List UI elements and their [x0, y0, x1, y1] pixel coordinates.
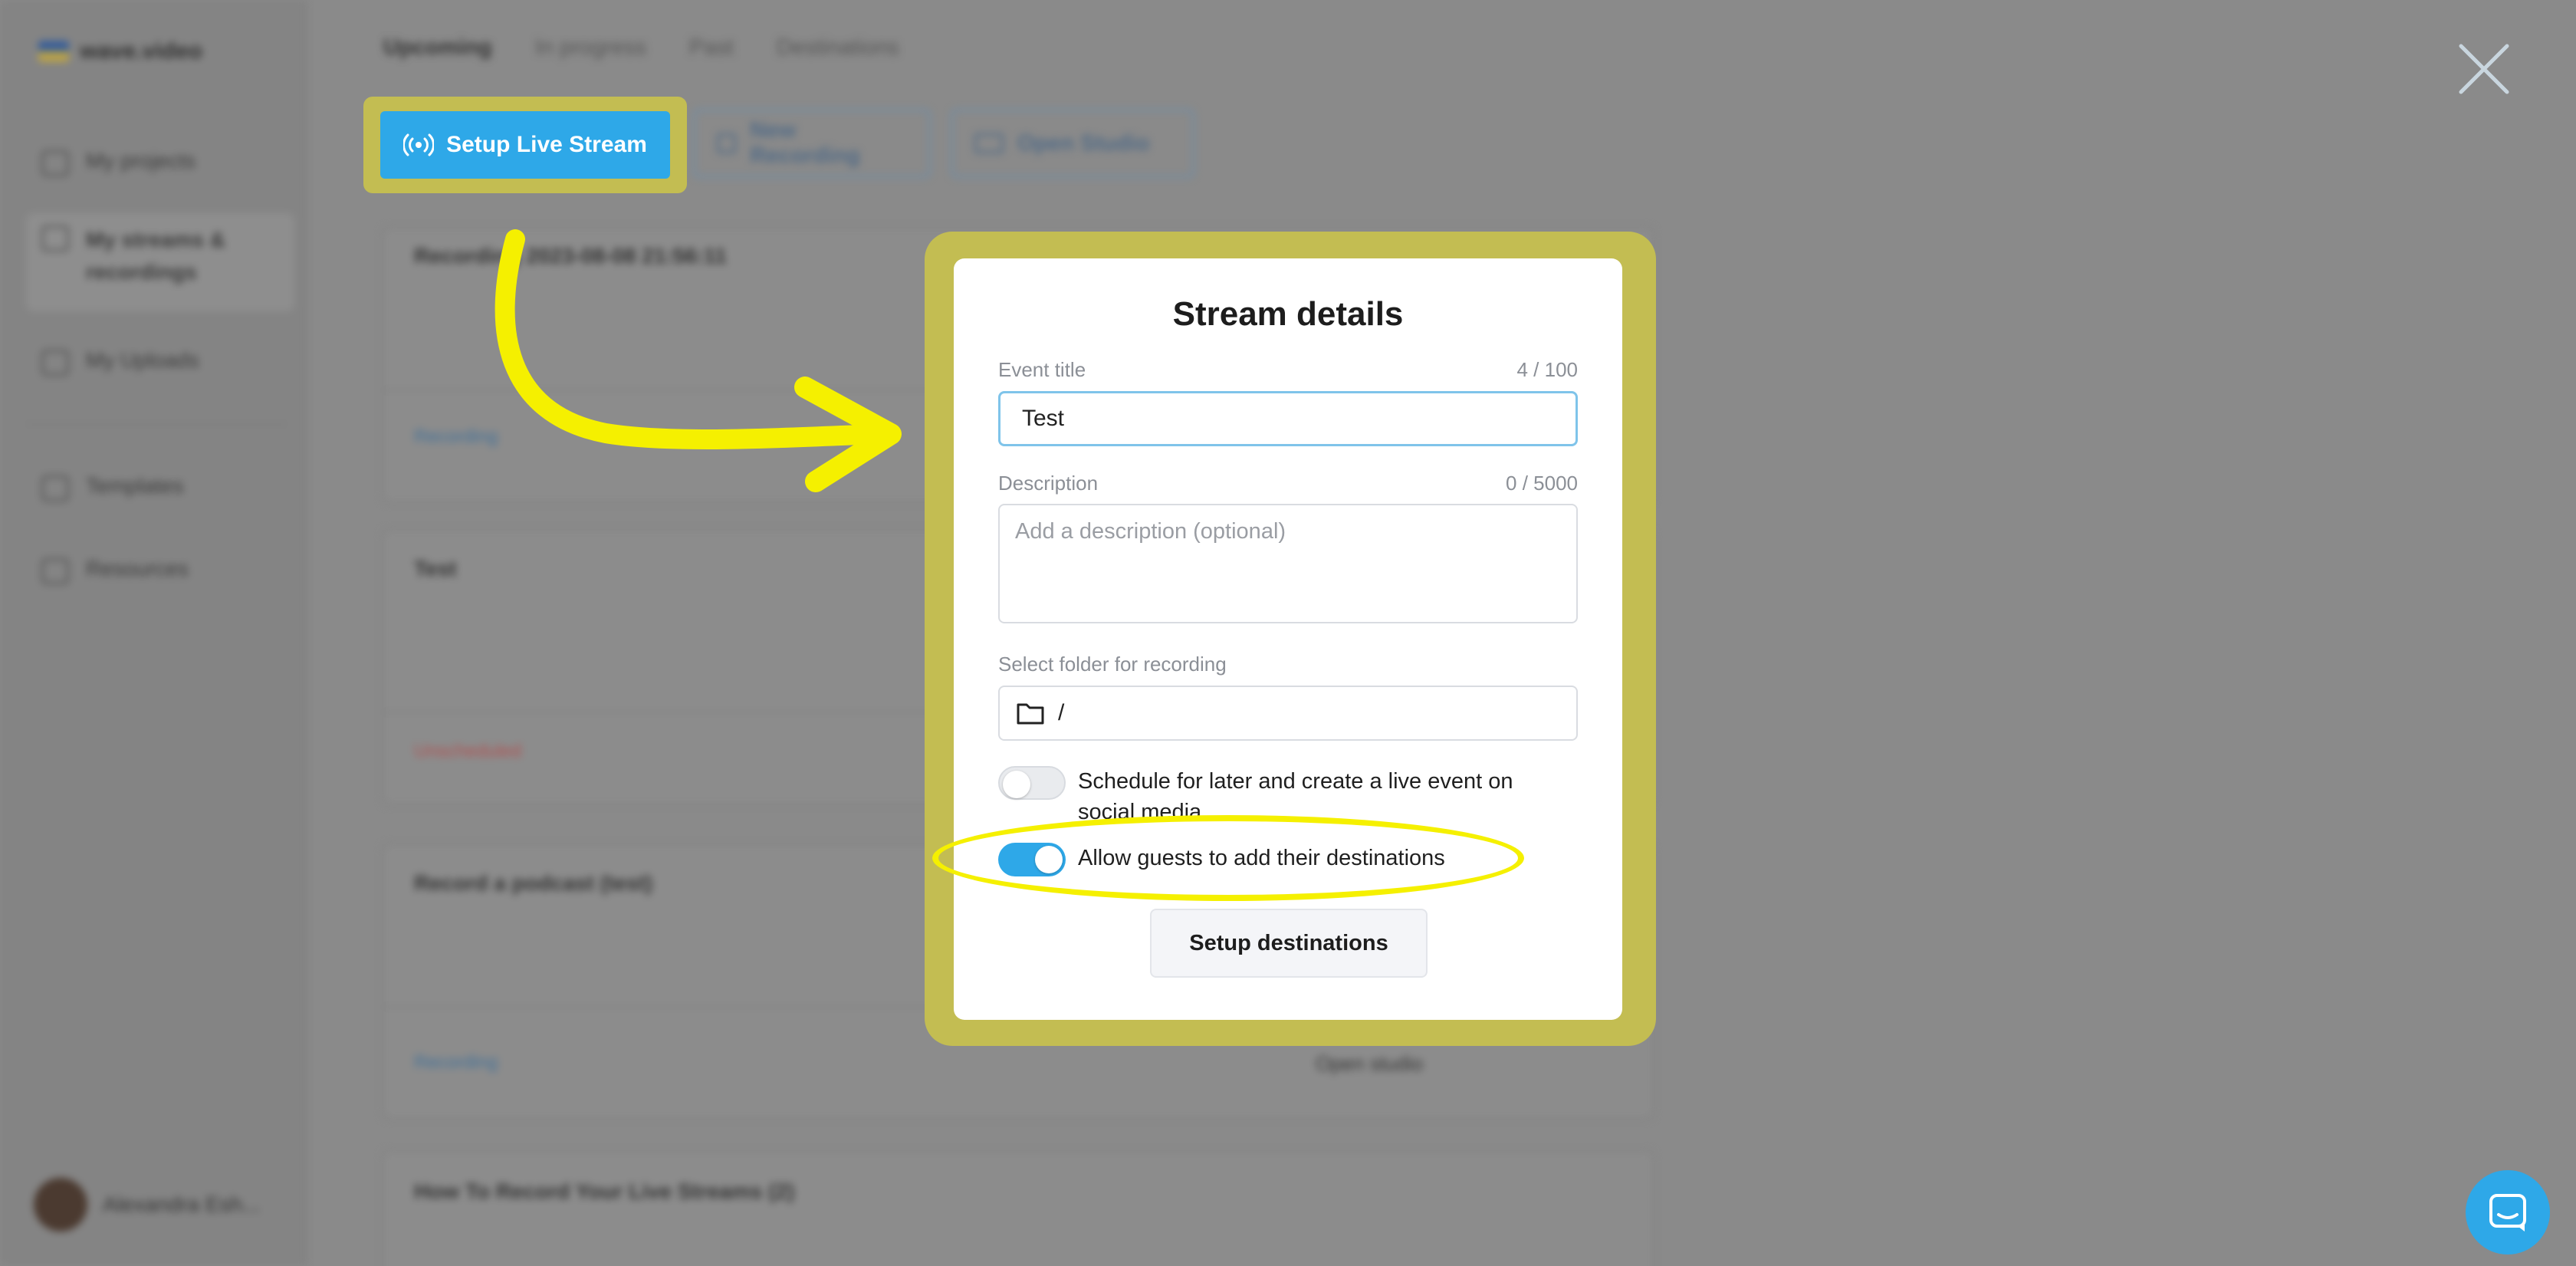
- chat-icon: [2489, 1194, 2526, 1231]
- annotation-ellipse: [932, 815, 1524, 901]
- annotation-arrow: [495, 229, 902, 492]
- close-icon[interactable]: [2458, 43, 2510, 95]
- chat-button[interactable]: [2466, 1170, 2550, 1254]
